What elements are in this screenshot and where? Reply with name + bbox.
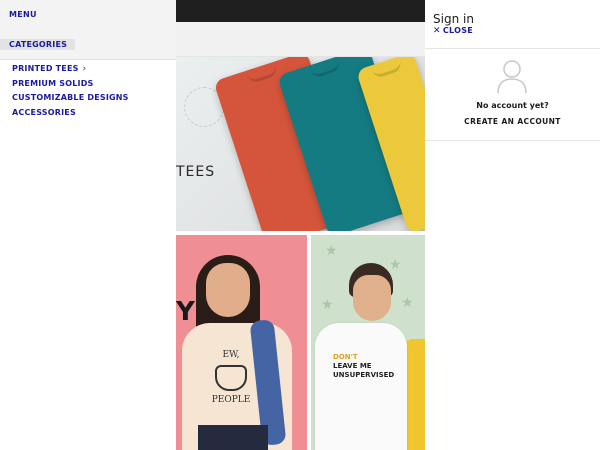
tile-partial-letter: Y <box>176 297 195 327</box>
star-decoration-icon: ★ <box>401 295 414 311</box>
signin-title: Sign in <box>433 12 474 26</box>
tee-print-highlight: DON'T <box>333 353 358 361</box>
tee-print-line: UNSUPERVISED <box>333 370 395 379</box>
star-decoration-icon: ★ <box>325 243 338 259</box>
boy-face <box>353 275 391 321</box>
store-topbar <box>176 0 425 22</box>
store-subbar <box>176 22 425 57</box>
chevron-right-icon: › <box>82 64 87 74</box>
star-decoration-icon: ★ <box>321 297 334 313</box>
tee-print-line: LEAVE ME <box>333 361 372 370</box>
category-list: PRINTED TEES › PREMIUM SOLIDS CUSTOMIZABL… <box>12 63 129 121</box>
divider <box>425 140 600 141</box>
category-accessories[interactable]: ACCESSORIES <box>12 107 129 122</box>
create-account-link[interactable]: CREATE AN ACCOUNT <box>425 117 600 126</box>
boy-shirt <box>315 323 407 450</box>
category-label: ACCESSORIES <box>12 107 76 117</box>
hero-text: TEES <box>176 164 216 180</box>
tee-print-top: EW, <box>222 350 240 360</box>
category-label: CUSTOMIZABLE DESIGNS <box>12 93 129 102</box>
close-label: CLOSE <box>442 26 474 35</box>
cat-print-icon <box>215 364 247 391</box>
tee-print: EW, PEOPLE <box>206 350 256 410</box>
close-icon: ✕ <box>433 26 441 36</box>
model-face <box>206 263 250 317</box>
category-printed-tees[interactable]: PRINTED TEES › <box>12 63 129 78</box>
category-premium-solids[interactable]: PREMIUM SOLIDS <box>12 78 129 93</box>
menu-drawer: MENU CATEGORIES PRINTED TEES › PREMIUM SO… <box>0 0 176 450</box>
product-tile-boy[interactable]: ★ ★ ★ ★ DON'T LEAVE ME UNSUPERVISED <box>311 235 425 450</box>
close-button[interactable]: ✕ CLOSE <box>433 26 473 36</box>
hero-banner[interactable]: TEES <box>176 57 425 231</box>
product-tile-girl[interactable]: Y EW, PEOPLE <box>176 235 307 450</box>
category-label: PREMIUM SOLIDS <box>12 78 94 88</box>
no-account-text: No account yet? <box>476 101 549 110</box>
divider <box>425 48 600 49</box>
category-label: PRINTED TEES <box>12 64 79 73</box>
menu-title: MENU <box>9 10 37 19</box>
tee-print: DON'T LEAVE ME UNSUPERVISED <box>333 353 403 379</box>
menu-header: MENU CATEGORIES <box>0 0 176 60</box>
model-pants <box>198 425 268 450</box>
signin-drawer: Sign in ✕ CLOSE No account yet? CREATE AN… <box>425 0 600 450</box>
star-decoration-icon: ★ <box>389 257 402 273</box>
categories-tab[interactable]: CATEGORIES <box>0 39 76 50</box>
tee-print-bottom: PEOPLE <box>211 394 251 405</box>
user-icon <box>497 60 527 94</box>
category-customizable-designs[interactable]: CUSTOMIZABLE DESIGNS <box>12 92 129 107</box>
